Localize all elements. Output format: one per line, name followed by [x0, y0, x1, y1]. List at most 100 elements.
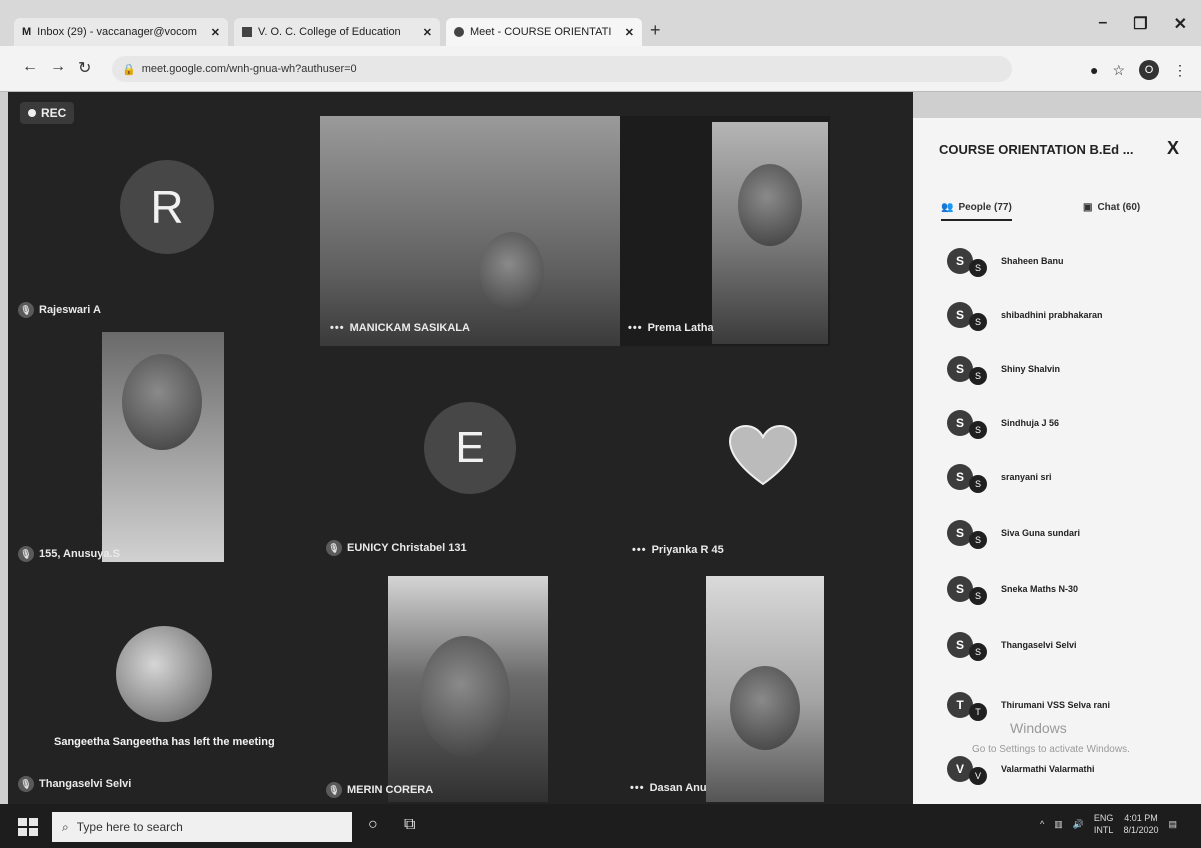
language-indicator[interactable]: ENG INTL: [1094, 812, 1114, 836]
avatar: S: [969, 643, 987, 661]
url-bar[interactable]: 🔒 meet.google.com/wnh-gnua-wh?authuser=0: [112, 56, 1012, 82]
taskbar-search-input[interactable]: ⌕ Type here to search: [52, 812, 352, 842]
chevron-up-icon[interactable]: ^: [1040, 819, 1044, 829]
tab-chat[interactable]: ▣ Chat (60): [1083, 202, 1140, 213]
site-icon: [242, 27, 252, 37]
tab-label: Meet - COURSE ORIENTATI: [470, 26, 612, 38]
volume-icon[interactable]: 🔊: [1073, 819, 1084, 830]
tab-label: Chat (60): [1097, 202, 1141, 213]
people-icon: 👥: [941, 202, 954, 213]
reload-icon[interactable]: ↻: [78, 58, 91, 78]
close-window-icon[interactable]: ✕: [1174, 14, 1187, 34]
back-icon[interactable]: ←: [22, 58, 38, 76]
participant-tile[interactable]: ••• MANICKAM SASIKALA: [320, 116, 620, 346]
search-icon: ⌕: [62, 819, 69, 834]
activation-watermark-text: Go to Settings to activate Windows.: [972, 744, 1130, 755]
person-name: Shaheen Banu: [1001, 256, 1064, 266]
people-panel: COURSE ORIENTATION B.Ed ... X 👥 People (…: [913, 118, 1201, 804]
close-icon[interactable]: X: [1167, 138, 1179, 159]
list-item[interactable]: S S Shiny Shalvin: [947, 344, 1060, 394]
close-icon[interactable]: ✕: [423, 26, 432, 39]
participant-tile[interactable]: R 🎙 Rajeswari A: [12, 132, 312, 332]
more-options-icon[interactable]: •••: [632, 544, 647, 556]
more-options-icon[interactable]: •••: [330, 322, 345, 334]
avatar: S: [969, 475, 987, 493]
tab-people[interactable]: 👥 People (77): [941, 202, 1012, 221]
tab-college[interactable]: V. O. C. College of Education ✕: [234, 18, 440, 46]
tab-gmail[interactable]: M Inbox (29) - vaccanager@vocom ✕: [14, 18, 228, 46]
more-options-icon[interactable]: •••: [630, 782, 645, 794]
search-placeholder: Type here to search: [76, 820, 183, 834]
cortana-icon[interactable]: ○: [368, 816, 378, 834]
window-controls: – ❐ ✕: [1098, 14, 1187, 34]
close-icon[interactable]: ✕: [625, 26, 634, 39]
person-name: Thirumani VSS Selva rani: [1001, 700, 1111, 710]
tab-meet[interactable]: Meet - COURSE ORIENTATI ✕: [446, 18, 642, 46]
mic-icon: 🎙: [18, 302, 34, 318]
avatar: S: [969, 313, 987, 331]
participant-tile[interactable]: ••• Priyanka R 45: [620, 362, 910, 568]
windows-taskbar: ⌕ Type here to search ○ ⧉ ^ ▥ 🔊 ENG INTL…: [0, 804, 1201, 848]
list-item[interactable]: S S Sneka Maths N-30: [947, 564, 1078, 614]
record-icon: [28, 109, 36, 117]
address-toolbar: ← → ↻ 🔒 meet.google.com/wnh-gnua-wh?auth…: [0, 46, 1201, 92]
avatar: S: [969, 367, 987, 385]
avatar[interactable]: O: [1139, 60, 1159, 80]
windows-start-icon[interactable]: [18, 818, 38, 836]
list-item[interactable]: S S sranyani sri: [947, 452, 1052, 502]
list-item[interactable]: S S Shaheen Banu: [947, 236, 1064, 286]
participant-name: Thangaselvi Selvi: [39, 778, 132, 790]
list-item[interactable]: S S shibadhini prabhakaran: [947, 290, 1103, 340]
participant-tile[interactable]: ••• Dasan Anu: [620, 576, 910, 802]
menu-icon[interactable]: ⋮: [1173, 62, 1187, 79]
mic-icon: 🎙: [18, 776, 34, 792]
chat-icon: ▣: [1083, 202, 1093, 213]
avatar: T: [969, 703, 987, 721]
avatar: E: [424, 402, 516, 494]
notification-icon[interactable]: ▤: [1168, 819, 1177, 830]
avatar: S: [969, 259, 987, 277]
more-options-icon[interactable]: •••: [628, 322, 643, 334]
video-feed: [480, 232, 544, 312]
participant-tile[interactable]: ••• Prema Latha: [620, 116, 830, 346]
date-text: 8/1/2020: [1123, 825, 1159, 835]
tab-label: V. O. C. College of Education: [258, 26, 401, 38]
participant-tile[interactable]: 🎙 155, Anusuya.S: [12, 332, 312, 562]
gmail-icon: M: [22, 26, 32, 38]
tab-label: Inbox (29) - vaccanager@vocom: [37, 26, 197, 38]
left-meeting-notification: Sangeetha Sangeetha has left the meeting: [54, 736, 275, 748]
participant-name: Rajeswari A: [39, 304, 101, 316]
minimize-icon[interactable]: –: [1098, 14, 1107, 34]
participant-tile[interactable]: E 🎙 EUNICY Christabel 131: [320, 362, 620, 568]
star-icon[interactable]: ☆: [1112, 62, 1125, 79]
participant-label: 🎙 MERIN CORERA: [326, 782, 433, 798]
mic-icon: 🎙: [326, 540, 342, 556]
participant-name: Dasan Anu: [649, 782, 707, 794]
list-item[interactable]: S S Sindhuja J 56: [947, 398, 1059, 448]
new-tab-button[interactable]: +: [650, 20, 661, 41]
participant-label: ••• Prema Latha: [628, 322, 714, 334]
maximize-icon[interactable]: ❐: [1133, 14, 1147, 34]
forward-icon[interactable]: →: [50, 58, 66, 76]
close-icon[interactable]: ✕: [211, 26, 220, 39]
person-name: Sneka Maths N-30: [1001, 584, 1079, 594]
activation-watermark-title: Windows: [1010, 720, 1067, 736]
network-icon[interactable]: ▥: [1054, 819, 1063, 830]
avatar: [116, 626, 212, 722]
meet-video-grid: REC R 🎙 Rajeswari A ••• MANICKAM SASIKAL…: [8, 92, 913, 804]
participant-label: 🎙 Rajeswari A: [18, 302, 101, 318]
avatar: R: [120, 160, 214, 254]
task-view-icon[interactable]: ⧉: [404, 816, 415, 834]
participant-label: 🎙 EUNICY Christabel 131: [326, 540, 467, 556]
list-item[interactable]: S S Siva Guna sundari: [947, 508, 1080, 558]
participant-label: 🎙 Thangaselvi Selvi: [18, 776, 131, 792]
participant-tile[interactable]: 🎙 Thangaselvi Selvi: [12, 576, 312, 796]
list-item[interactable]: S S Thangaselvi Selvi: [947, 620, 1077, 670]
camera-icon[interactable]: ●: [1090, 62, 1098, 78]
clock[interactable]: 4:01 PM 8/1/2020: [1123, 812, 1158, 836]
participant-label: ••• Dasan Anu: [630, 782, 707, 794]
participant-tile[interactable]: 🎙 MERIN CORERA: [320, 576, 620, 802]
video-feed: [420, 636, 510, 756]
video-feed: [122, 354, 202, 450]
video-feed: [320, 116, 620, 346]
